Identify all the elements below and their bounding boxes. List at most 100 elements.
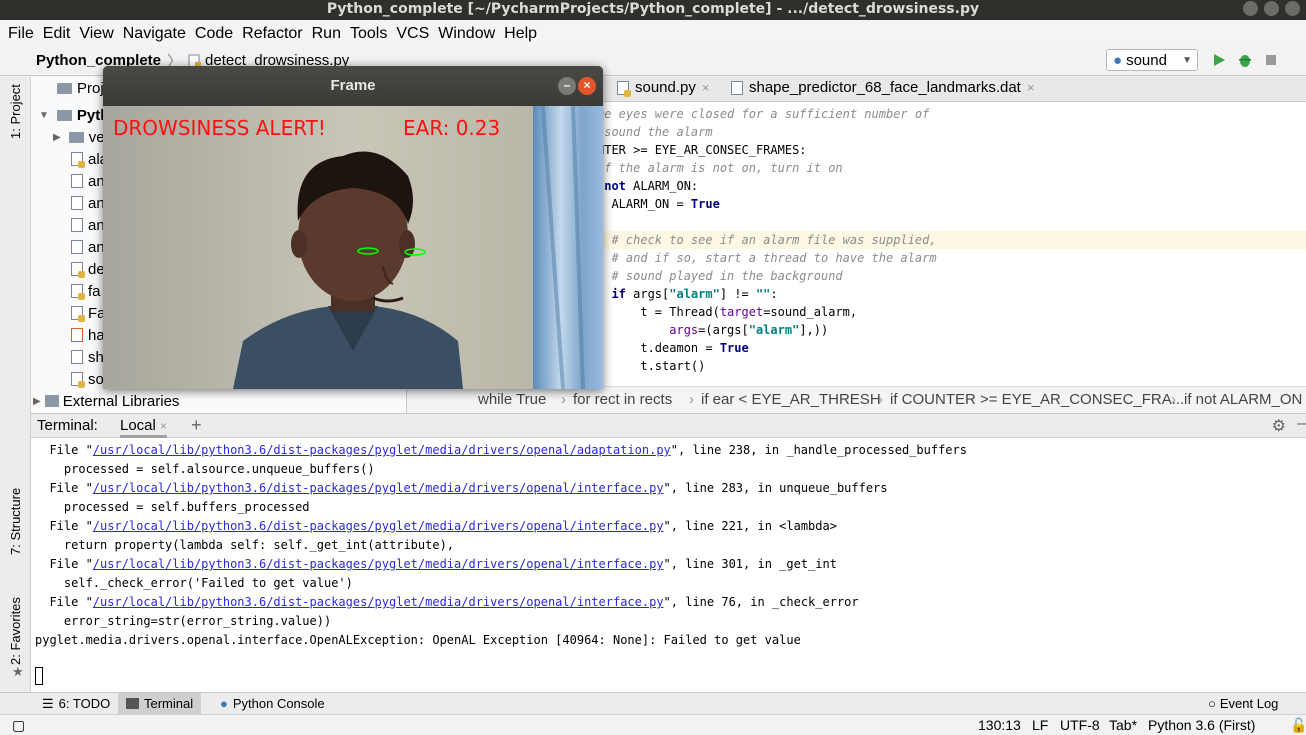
breadcrumb-item[interactable]: for rect in rects (573, 391, 672, 408)
close-icon[interactable]: × (578, 77, 596, 95)
menu-view[interactable]: View (79, 25, 113, 43)
menu-code[interactable]: Code (195, 25, 233, 43)
terminal-header: Terminal: Local × + ⚙ – (31, 413, 1306, 438)
tree-item[interactable]: ha (71, 324, 105, 346)
close-icon[interactable]: × (160, 419, 167, 433)
code-token: t.start() (597, 359, 706, 373)
tab-structure[interactable]: 7: Structure (8, 488, 23, 555)
close-icon[interactable]: × (1027, 80, 1035, 95)
tab-project[interactable]: 1: Project (8, 84, 23, 139)
tree-item[interactable]: so (71, 368, 104, 390)
terminal-icon (126, 698, 139, 709)
frame-title-bar[interactable]: Frame – × (103, 66, 603, 106)
tree-item[interactable]: ▶ ve (53, 126, 105, 148)
tree-item[interactable]: an (71, 192, 105, 214)
tab-todo-label: 6: TODO (58, 696, 111, 711)
terminal-tab-label: Local (120, 417, 156, 434)
menu-navigate[interactable]: Navigate (123, 25, 186, 43)
file-path-link[interactable]: /usr/local/lib/python3.6/dist-packages/p… (93, 557, 664, 571)
close-button[interactable] (1285, 1, 1300, 16)
menu-run[interactable]: Run (312, 25, 341, 43)
menu-help[interactable]: Help (504, 25, 537, 43)
code-token: True (719, 341, 749, 355)
tree-item[interactable]: de (71, 258, 105, 280)
code-line-content: t = Thread(target=sound_alarm, (597, 303, 857, 321)
terminal-text: File " (35, 595, 93, 609)
hide-icon[interactable]: – (1297, 415, 1306, 433)
breadcrumb-item[interactable]: if ear < EYE_AR_THRESH (701, 391, 881, 408)
tree-item[interactable]: an (71, 214, 105, 236)
breadcrumb-item[interactable]: while True (478, 391, 546, 408)
menu-file[interactable]: File (8, 25, 34, 43)
menu-vcs[interactable]: VCS (396, 25, 429, 43)
menu-refactor[interactable]: Refactor (242, 25, 302, 43)
maximize-button[interactable] (1264, 1, 1279, 16)
minimize-button[interactable] (1243, 1, 1258, 16)
terminal-output[interactable]: File "/usr/local/lib/python3.6/dist-pack… (31, 438, 1306, 692)
code-token: t = Thread( (597, 305, 720, 319)
tree-external-libraries[interactable]: ▶ External Libraries (33, 390, 179, 412)
tab-sound-py[interactable]: sound.py × (617, 79, 710, 97)
ear-value-text: EAR: 0.23 (403, 116, 501, 140)
tree-root[interactable]: ▼ Pyth (39, 104, 109, 126)
run-icon[interactable] (1212, 52, 1226, 68)
file-icon (71, 240, 83, 254)
event-log-button[interactable]: ○ Event Log (1200, 693, 1286, 714)
add-tab-icon[interactable]: + (191, 415, 202, 436)
code-token: "" (755, 287, 771, 301)
event-log-label: Event Log (1219, 696, 1279, 711)
file-path-link[interactable]: /usr/local/lib/python3.6/dist-packages/p… (93, 595, 664, 609)
tab-terminal[interactable]: Terminal (118, 693, 202, 714)
tab-todo[interactable]: ☰ 6: TODO (34, 693, 118, 714)
code-token: NTER >= EYE_AR_CONSEC_FRAMES: (597, 143, 807, 157)
menu-window[interactable]: Window (438, 25, 495, 43)
minimize-icon[interactable]: – (558, 77, 576, 95)
tab-python-console[interactable]: ● Python Console (212, 693, 333, 714)
code-line-content: sound the alarm (597, 123, 712, 141)
frame-window[interactable]: Frame – × DROWSINESS ALERT! EAR: 0.23 (103, 66, 603, 389)
tree-item-label: sh (88, 348, 104, 366)
tree-item[interactable]: fa (71, 280, 101, 302)
tab-shape-predictor[interactable]: shape_predictor_68_face_landmarks.dat × (731, 79, 1034, 96)
menu-tools[interactable]: Tools (350, 25, 387, 43)
star-icon: ★ (12, 665, 24, 680)
file-encoding[interactable]: UTF-8 (1060, 717, 1100, 733)
gear-icon[interactable]: ⚙ (1272, 416, 1286, 436)
file-path-link[interactable]: /usr/local/lib/python3.6/dist-packages/p… (93, 481, 664, 495)
interpreter-status[interactable]: Python 3.6 (First) (1148, 717, 1255, 733)
terminal-text: processed = self.alsource.unqueue_buffer… (35, 462, 375, 476)
close-icon[interactable]: × (702, 80, 710, 95)
external-libraries-label: External Libraries (62, 392, 180, 410)
folder-icon (56, 109, 72, 121)
code-line-content: # check to see if an alarm file was supp… (597, 231, 936, 249)
tree-item[interactable]: Fa (71, 302, 106, 324)
binary-file-icon (731, 80, 743, 95)
menu-edit[interactable]: Edit (43, 25, 71, 43)
stop-icon[interactable] (1264, 52, 1278, 68)
tree-item[interactable]: an (71, 236, 105, 258)
breadcrumb-item[interactable]: if COUNTER >= EYE_AR_CONSEC_FRA... (890, 391, 1184, 408)
tool-window-toggle-icon[interactable]: ▢ (12, 717, 25, 734)
terminal-tab-local[interactable]: Local × (120, 417, 168, 438)
html-file-icon (71, 328, 83, 342)
lock-icon[interactable]: 🔓 (1290, 717, 1306, 734)
tab-favorites[interactable]: 2: Favorites (8, 597, 23, 665)
run-config-select[interactable]: ● sound ▼ (1106, 49, 1198, 71)
file-path-link[interactable]: /usr/local/lib/python3.6/dist-packages/p… (93, 519, 664, 533)
tree-item[interactable]: sh (71, 346, 104, 368)
debug-icon[interactable] (1237, 52, 1253, 68)
ide-window: Python_complete [~/PycharmProjects/Pytho… (0, 0, 1306, 735)
code-line-content: t.deamon = True (597, 339, 749, 357)
breadcrumb-item[interactable]: if not ALARM_ON (1184, 391, 1302, 408)
file-path-link[interactable]: /usr/local/lib/python3.6/dist-packages/p… (93, 443, 671, 457)
indent-setting[interactable]: Tab* (1109, 717, 1137, 733)
code-line-content: # sound played in the background (597, 267, 842, 285)
line-separator[interactable]: LF (1032, 717, 1048, 733)
event-log-icon: ○ (1208, 696, 1216, 711)
chevron-right-icon: › (689, 391, 694, 408)
tree-item[interactable]: an (71, 170, 105, 192)
terminal-line: return property(lambda self: self._get_i… (35, 536, 454, 555)
code-token: ALARM_ON = (597, 197, 691, 211)
folder-icon (68, 131, 84, 143)
caret-position[interactable]: 130:13 (978, 717, 1021, 733)
